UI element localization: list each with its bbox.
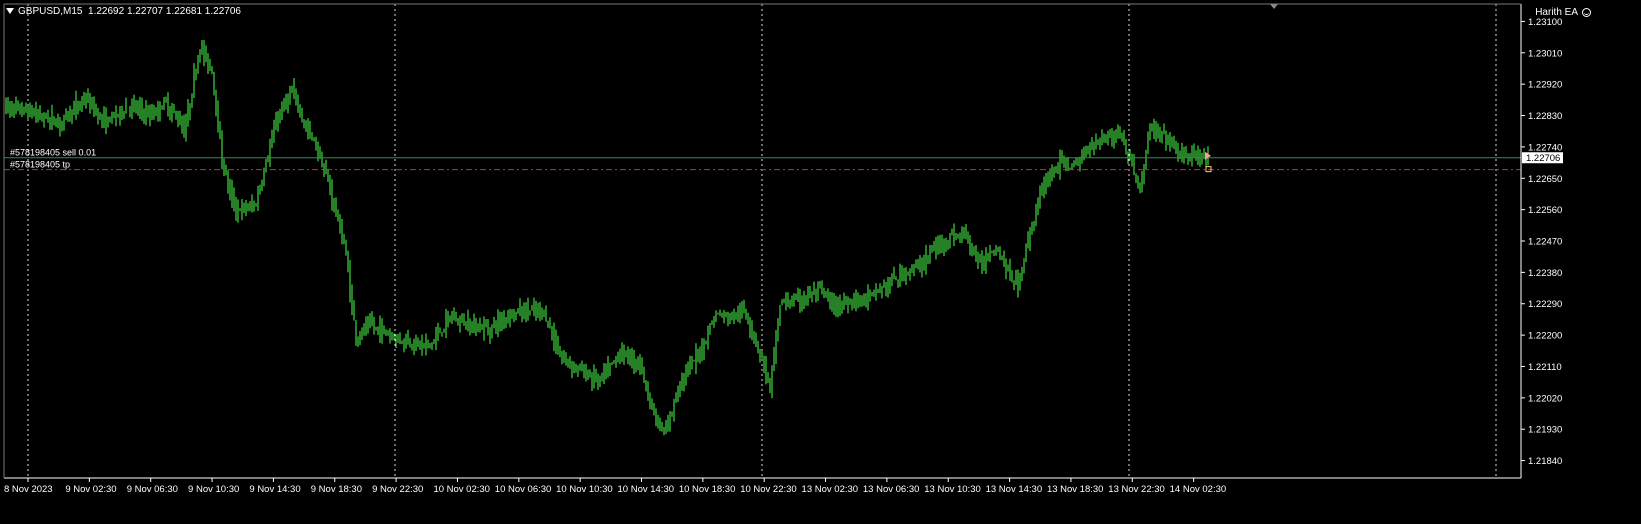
- dropdown-arrow-icon[interactable]: [6, 8, 14, 15]
- x-tick-label: 9 Nov 06:30: [127, 484, 178, 495]
- y-tick-label: 1.22200: [1528, 331, 1562, 342]
- x-tick-label: 14 Nov 02:30: [1170, 484, 1227, 495]
- x-tick-label: 10 Nov 22:30: [740, 484, 797, 495]
- x-tick-label: 10 Nov 06:30: [495, 484, 552, 495]
- x-tick-label: 13 Nov 22:30: [1108, 484, 1165, 495]
- x-tick-label: 9 Nov 22:30: [372, 484, 423, 495]
- ohlc-values: 1.22692 1.22707 1.22681 1.22706: [88, 6, 241, 17]
- x-tick-label: 13 Nov 10:30: [924, 484, 981, 495]
- y-tick-label: 1.21930: [1528, 425, 1562, 436]
- x-tick-label: 10 Nov 18:30: [679, 484, 736, 495]
- x-tick-label: 8 Nov 2023: [4, 484, 53, 495]
- y-tick-label: 1.22020: [1528, 393, 1562, 404]
- y-tick-label: 1.22560: [1528, 205, 1562, 216]
- symbol-label: GBPUSD,M15: [18, 6, 83, 17]
- x-tick-label: 13 Nov 06:30: [863, 484, 920, 495]
- y-tick-label: 1.22740: [1528, 142, 1562, 153]
- x-tick-label: 10 Nov 14:30: [618, 484, 675, 495]
- chart-window[interactable]: #578198405 sell 0.01 #578198405 tp 1.2310…: [0, 0, 1641, 524]
- y-tick-label: 1.22110: [1528, 362, 1562, 373]
- y-tick-label: 1.22830: [1528, 111, 1562, 122]
- x-tick-label: 13 Nov 18:30: [1047, 484, 1104, 495]
- y-tick-label: 1.22470: [1528, 237, 1562, 248]
- ea-name: Harith EA: [1535, 7, 1578, 18]
- smiley-icon: [1582, 7, 1591, 17]
- price-chart[interactable]: #578198405 sell 0.01#578198405 tp 1.2310…: [0, 0, 1641, 524]
- axis-layer: 1.231001.230101.229201.228301.227401.226…: [3, 3, 1563, 495]
- x-tick-label: 9 Nov 02:30: [65, 484, 116, 495]
- chart-shift-marker-icon[interactable]: [1270, 4, 1278, 9]
- y-tick-label: 1.23010: [1528, 48, 1562, 59]
- y-tick-label: 1.22290: [1528, 299, 1562, 310]
- y-tick-label: 1.22380: [1528, 268, 1562, 279]
- y-tick-label: 1.21840: [1528, 456, 1562, 467]
- x-tick-label: 13 Nov 02:30: [802, 484, 859, 495]
- sell-order-label: #578198405 sell 0.01: [10, 148, 96, 158]
- chart-header: GBPUSD,M15 1.22692 1.22707 1.22681 1.227…: [6, 6, 241, 18]
- tp-order-label: #578198405 tp: [10, 160, 70, 170]
- y-tick-label: 1.22650: [1528, 174, 1562, 185]
- x-tick-label: 9 Nov 10:30: [188, 484, 239, 495]
- expert-advisor-label[interactable]: Harith EA: [1535, 7, 1591, 19]
- grid-layer: [27, 4, 1497, 478]
- current-price-label: 1.22706: [1526, 153, 1560, 164]
- x-tick-label: 9 Nov 14:30: [249, 484, 300, 495]
- x-tick-label: 10 Nov 10:30: [556, 484, 613, 495]
- x-tick-label: 9 Nov 18:30: [311, 484, 362, 495]
- x-tick-label: 13 Nov 14:30: [986, 484, 1043, 495]
- y-tick-label: 1.22920: [1528, 80, 1562, 91]
- x-tick-label: 10 Nov 02:30: [433, 484, 490, 495]
- candle-layer: [3, 40, 1209, 436]
